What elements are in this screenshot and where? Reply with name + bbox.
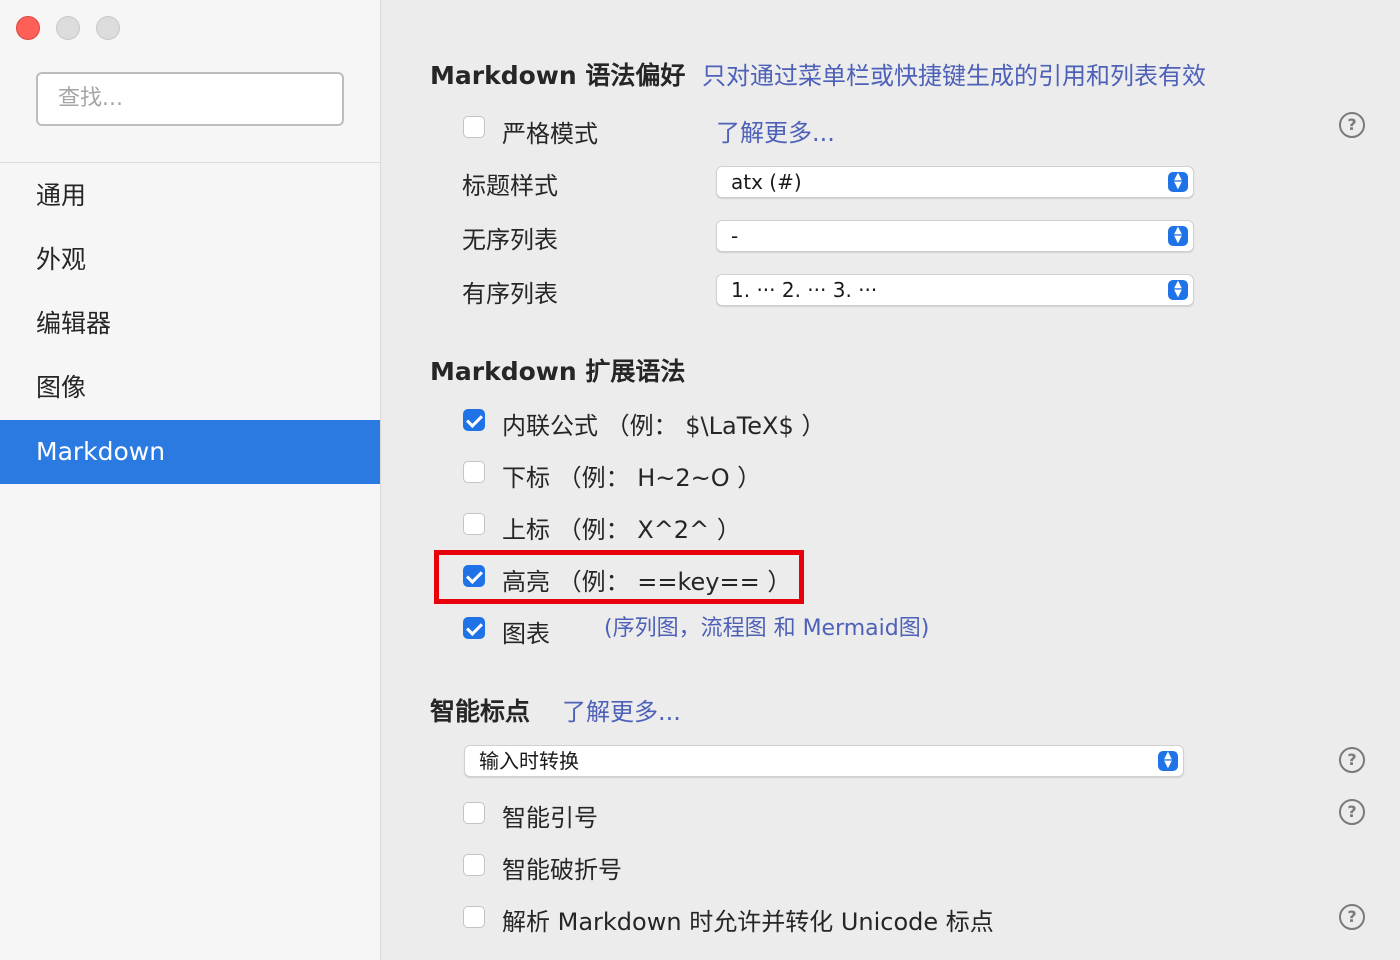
annotation-highlight-box xyxy=(434,550,804,604)
sidebar-item-image[interactable]: 图像 xyxy=(0,356,380,420)
extensions-title: Markdown 扩展语法 xyxy=(430,357,686,386)
sidebar-item-appearance[interactable]: 外观 xyxy=(0,228,380,292)
diagrams-note: (序列图，流程图 和 Mermaid图) xyxy=(604,616,930,641)
heading-style-select[interactable]: atx (#) ▲ ▼ xyxy=(716,166,1194,198)
ordered-list-select[interactable]: 1. ··· 2. ··· 3. ··· ▲ ▼ xyxy=(716,274,1194,306)
unicode-punct-help-icon[interactable]: ? xyxy=(1339,904,1365,930)
sidebar-item-general[interactable]: 通用 xyxy=(0,164,380,228)
strict-mode-label: 严格模式 xyxy=(502,120,598,148)
smart-punct-title: 智能标点 xyxy=(430,697,531,726)
chevron-updown-icon: ▲ ▼ xyxy=(1158,751,1178,771)
smart-dashes-checkbox[interactable] xyxy=(463,854,485,876)
sidebar-item-editor[interactable]: 编辑器 xyxy=(0,292,380,356)
heading-style-label: 标题样式 xyxy=(462,172,558,200)
diagrams-checkbox[interactable] xyxy=(463,617,485,639)
close-window-button[interactable] xyxy=(16,16,40,40)
smart-dashes-label: 智能破折号 xyxy=(502,856,622,884)
syntax-pref-title: Markdown 语法偏好 xyxy=(430,61,686,90)
strict-mode-help-icon[interactable]: ? xyxy=(1339,112,1365,138)
search-input[interactable]: 查找... xyxy=(36,72,344,126)
sidebar-divider xyxy=(0,162,380,163)
strict-mode-learn-more-link[interactable]: 了解更多... xyxy=(716,113,835,148)
unordered-list-label: 无序列表 xyxy=(462,226,558,254)
superscript-checkbox[interactable] xyxy=(463,513,485,535)
ordered-list-label: 有序列表 xyxy=(462,280,558,308)
smart-punct-learn-more-link[interactable]: 了解更多... xyxy=(562,692,681,727)
zoom-window-button[interactable] xyxy=(96,16,120,40)
sidebar: 查找... 通用 外观 编辑器 图像 Markdown xyxy=(0,0,381,960)
smart-quotes-help-icon[interactable]: ? xyxy=(1339,799,1365,825)
smart-punct-help-icon[interactable]: ? xyxy=(1339,747,1365,773)
unordered-list-select[interactable]: - ▲ ▼ xyxy=(716,220,1194,252)
inline-math-label: 内联公式 （例： $\LaTeX$ ） xyxy=(502,412,826,440)
strict-mode-checkbox[interactable] xyxy=(463,116,485,138)
chevron-updown-icon: ▲ ▼ xyxy=(1168,280,1188,300)
smart-quotes-label: 智能引号 xyxy=(502,804,598,832)
sidebar-item-markdown[interactable]: Markdown xyxy=(0,420,380,484)
heading-style-value: atx (#) xyxy=(731,170,802,194)
minimize-window-button[interactable] xyxy=(56,16,80,40)
superscript-label: 上标 （例： X^2^ ） xyxy=(502,516,741,544)
unicode-punct-label: 解析 Markdown 时允许并转化 Unicode 标点 xyxy=(502,908,994,936)
subscript-checkbox[interactable] xyxy=(463,461,485,483)
unicode-punct-checkbox[interactable] xyxy=(463,906,485,928)
ordered-list-value: 1. ··· 2. ··· 3. ··· xyxy=(731,278,878,302)
subscript-label: 下标 （例： H~2~O ） xyxy=(502,464,762,492)
diagrams-label: 图表 xyxy=(502,620,550,648)
chevron-updown-icon: ▲ ▼ xyxy=(1168,226,1188,246)
smart-punct-mode-value: 输入时转换 xyxy=(479,749,579,773)
inline-math-checkbox[interactable] xyxy=(463,409,485,431)
chevron-updown-icon: ▲ ▼ xyxy=(1168,172,1188,192)
unordered-list-value: - xyxy=(731,224,739,248)
smart-quotes-checkbox[interactable] xyxy=(463,802,485,824)
smart-punct-mode-select[interactable]: 输入时转换 ▲ ▼ xyxy=(464,745,1184,777)
syntax-pref-note: 只对通过菜单栏或快捷键生成的引用和列表有效 xyxy=(702,62,1206,90)
